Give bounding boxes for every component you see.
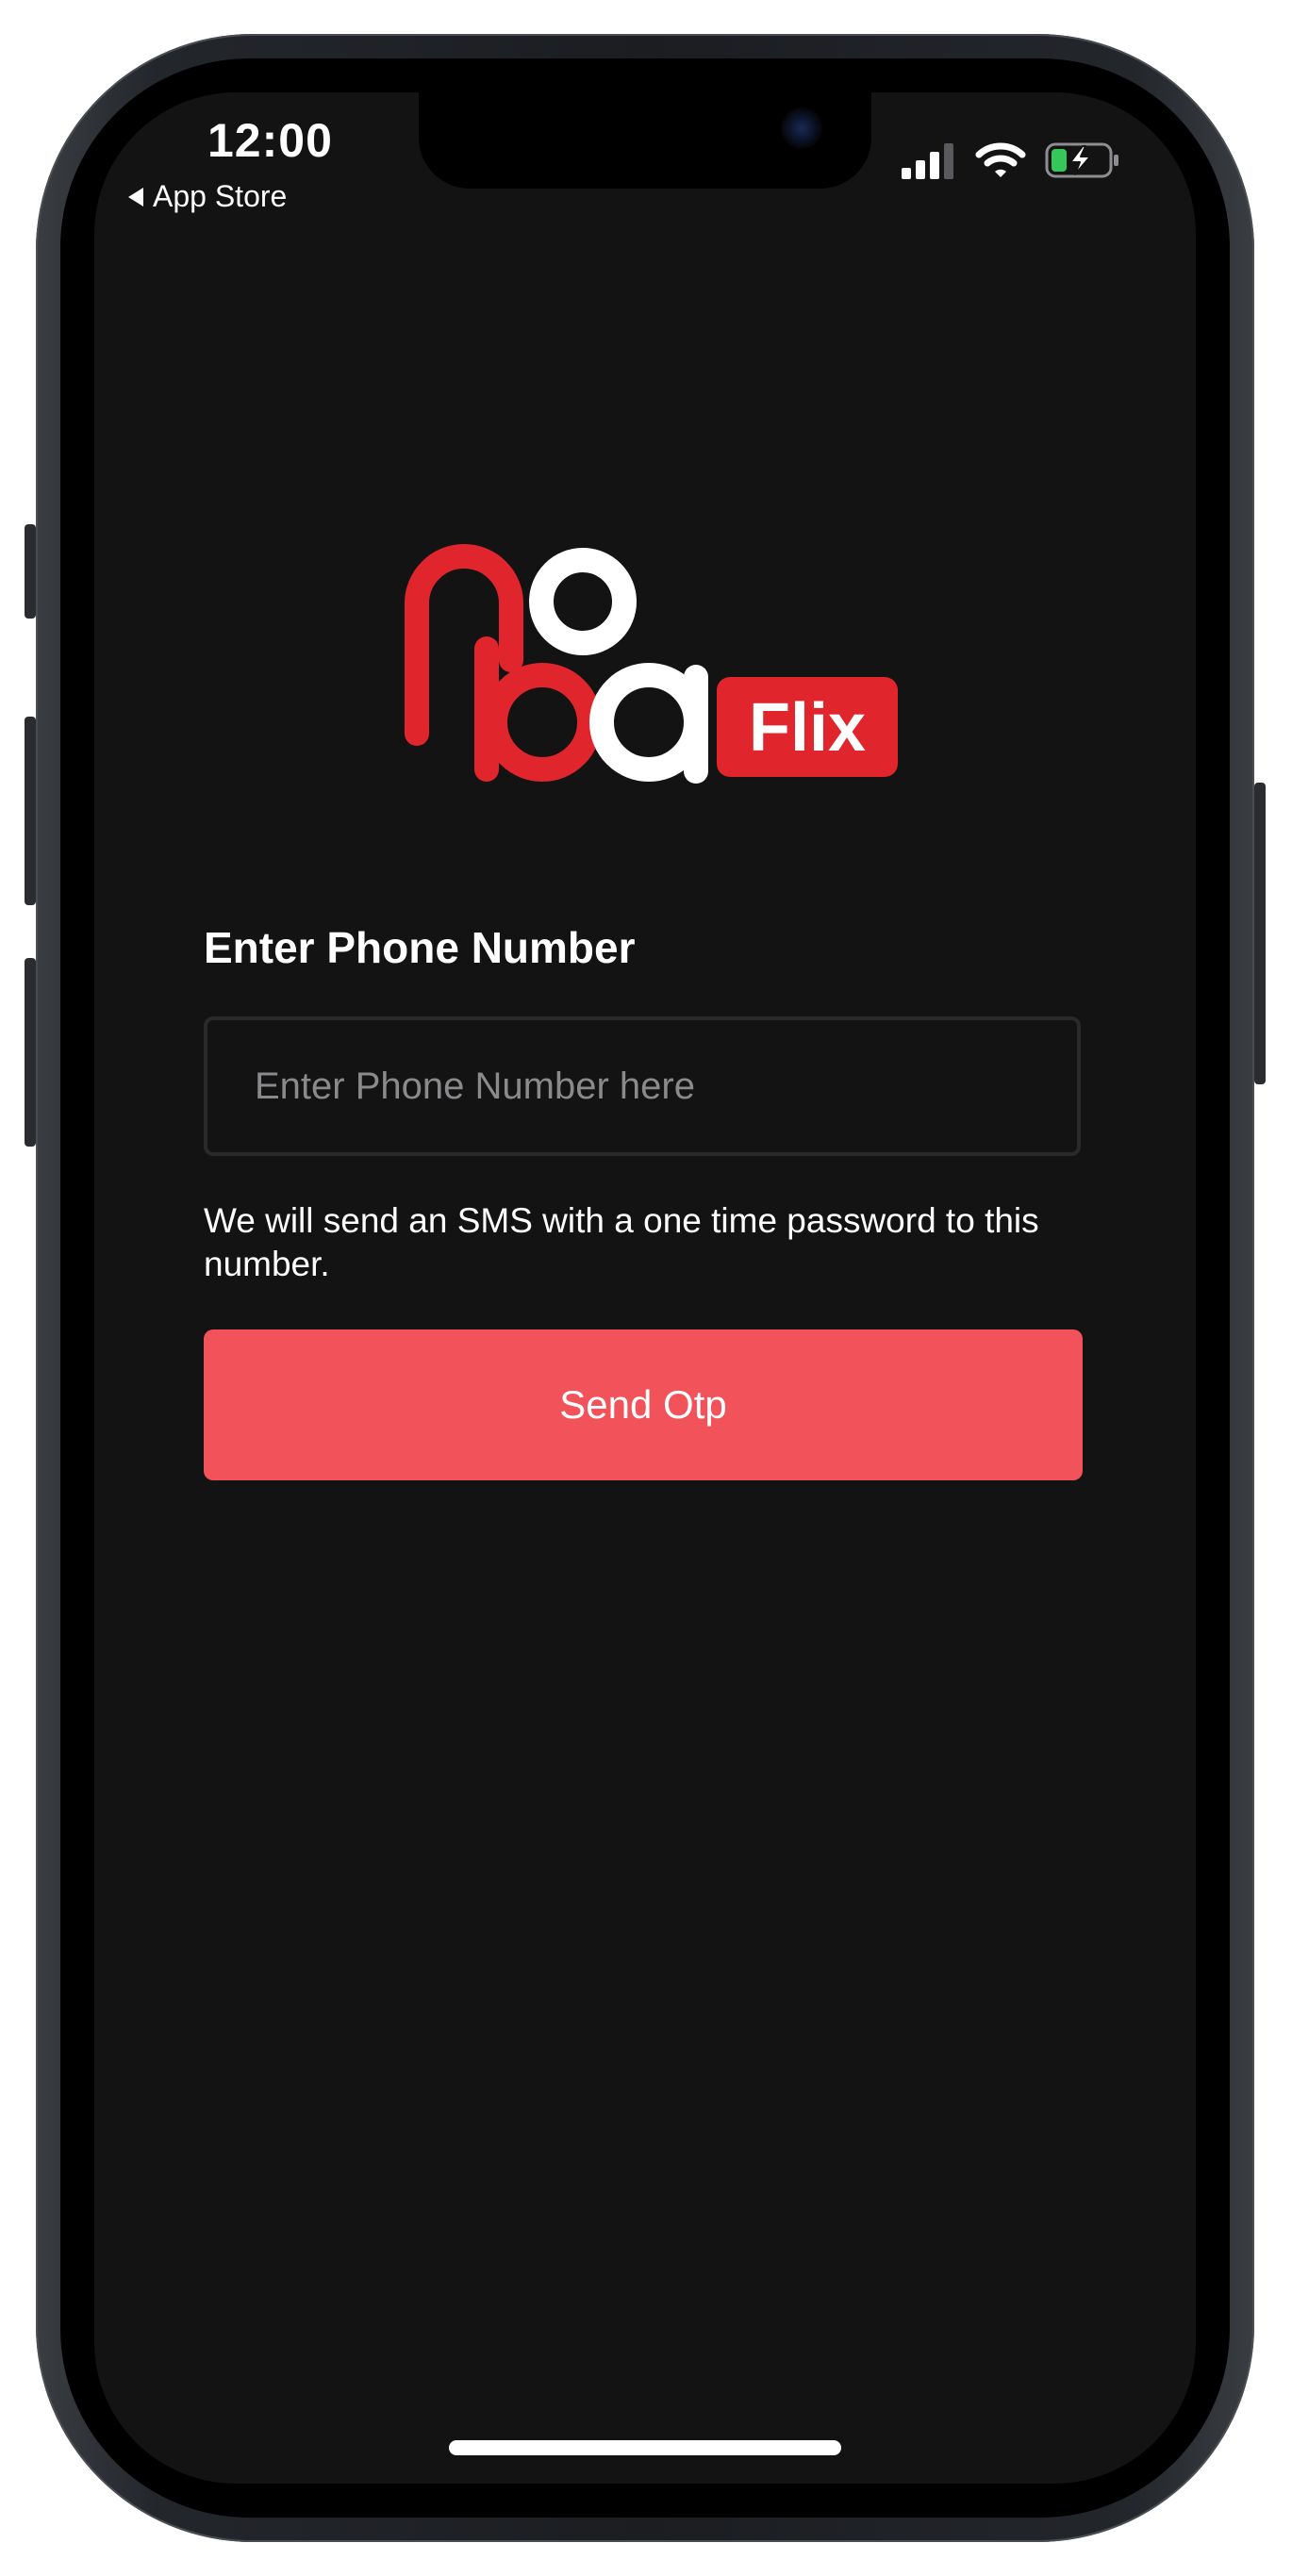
home-indicator[interactable] — [449, 2440, 841, 2455]
app-screen: 12:00 App Store Flix Enter Phone Number … — [94, 92, 1196, 2484]
status-time: 12:00 — [207, 114, 333, 167]
battery-charging-icon — [1045, 142, 1118, 178]
mute-switch — [25, 524, 36, 619]
wifi-icon — [975, 142, 1026, 177]
phone-number-input[interactable] — [204, 1016, 1081, 1156]
power-button — [1254, 783, 1266, 1084]
front-camera-icon — [781, 107, 822, 149]
send-otp-button[interactable]: Send Otp — [204, 1329, 1083, 1480]
back-triangle-icon — [128, 187, 143, 206]
back-app-label: App Store — [153, 179, 288, 213]
sms-helper-text: We will send an SMS with a one time pass… — [204, 1201, 1039, 1283]
signal-icon — [902, 143, 953, 179]
volume-down-button — [25, 958, 36, 1147]
status-icons — [902, 141, 1120, 179]
logo-badge-text: Flix — [749, 690, 866, 766]
noba-flix-logo: Flix — [405, 544, 898, 784]
back-to-app-store[interactable]: App Store — [128, 179, 287, 214]
notch — [419, 92, 871, 189]
phone-number-heading: Enter Phone Number — [204, 923, 636, 972]
volume-up-button — [25, 717, 36, 905]
